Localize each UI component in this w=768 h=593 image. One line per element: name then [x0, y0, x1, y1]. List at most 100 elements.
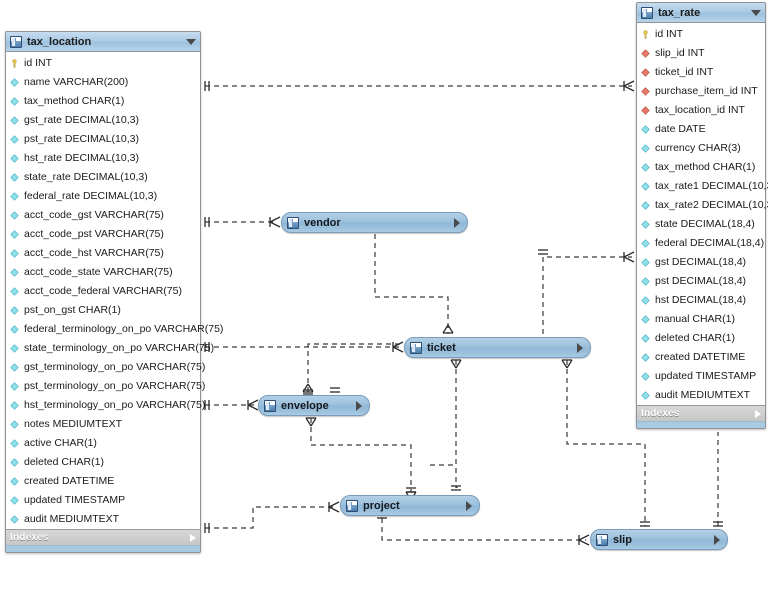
field-row[interactable]: gst_terminology_on_po VARCHAR(75) [6, 358, 205, 377]
field-row[interactable]: gst DECIMAL(18,4) [637, 253, 765, 272]
field-row[interactable]: active CHAR(1) [6, 434, 200, 453]
field-label: pst_rate DECIMAL(10,3) [24, 133, 139, 145]
chevron-right-icon[interactable] [356, 400, 362, 411]
table-icon [346, 499, 358, 512]
field-label: federal_rate DECIMAL(10,3) [24, 190, 158, 202]
field-row[interactable]: federal_rate DECIMAL(10,3) [6, 187, 200, 206]
column-icon [10, 515, 19, 524]
table-bottom-strip [637, 421, 765, 428]
field-row[interactable]: purchase_item_id INT [637, 82, 765, 101]
field-row[interactable]: manual CHAR(1) [637, 310, 765, 329]
column-icon [641, 391, 650, 400]
chevron-right-icon[interactable] [714, 534, 720, 545]
foreign-key-icon [641, 68, 650, 77]
field-label: state_terminology_on_po VARCHAR(75) [24, 342, 215, 354]
field-label: state DECIMAL(18,4) [655, 218, 755, 230]
field-row[interactable]: hst_terminology_on_po VARCHAR(75) [6, 396, 205, 415]
field-row[interactable]: pst_rate DECIMAL(10,3) [6, 130, 200, 149]
field-row[interactable]: tax_method CHAR(1) [637, 158, 765, 177]
foreign-key-icon [641, 49, 650, 58]
field-label: acct_code_pst VARCHAR(75) [24, 228, 164, 240]
field-label: audit MEDIUMTEXT [24, 513, 120, 525]
chevron-down-icon[interactable] [751, 9, 761, 16]
table-tax_rate[interactable]: tax_rate id INT slip_id INT ticket_id INT p… [636, 2, 768, 429]
field-row[interactable]: slip_id INT [637, 44, 765, 63]
table-title: project [363, 499, 400, 512]
field-row[interactable]: id INT [6, 54, 200, 73]
field-row[interactable]: audit MEDIUMTEXT [6, 510, 200, 529]
field-row[interactable]: audit MEDIUMTEXT [637, 386, 765, 405]
table-project[interactable]: project [340, 495, 480, 516]
field-row[interactable]: created DATETIME [6, 472, 200, 491]
chevron-right-icon[interactable] [466, 500, 472, 511]
field-row[interactable]: acct_code_gst VARCHAR(75) [6, 206, 200, 225]
field-row[interactable]: id INT [637, 25, 765, 44]
field-row[interactable]: updated TIMESTAMP [637, 367, 765, 386]
field-row[interactable]: updated TIMESTAMP [6, 491, 200, 510]
table-slip[interactable]: slip [590, 529, 728, 550]
field-row[interactable]: date DATE [637, 120, 765, 139]
field-row[interactable]: pst_on_gst CHAR(1) [6, 301, 200, 320]
relationship-line [307, 343, 400, 392]
field-row[interactable]: tax_method CHAR(1) [6, 92, 200, 111]
table-header-tax_location[interactable]: tax_location [6, 32, 200, 52]
field-label: acct_code_state VARCHAR(75) [24, 266, 173, 278]
table-title: slip [613, 533, 632, 546]
field-row[interactable]: deleted CHAR(1) [6, 453, 200, 472]
table-indexes-tax_location[interactable]: Indexes [6, 529, 200, 545]
cardinality-marker [204, 81, 210, 533]
field-row[interactable]: pst DECIMAL(18,4) [637, 272, 765, 291]
field-row[interactable]: tax_rate1 DECIMAL(10,3) [637, 177, 768, 196]
field-row[interactable]: name VARCHAR(200) [6, 73, 200, 92]
field-label: name VARCHAR(200) [24, 76, 129, 88]
field-row[interactable]: acct_code_hst VARCHAR(75) [6, 244, 200, 263]
field-row[interactable]: tax_location_id INT [637, 101, 765, 120]
field-row[interactable]: tax_rate2 DECIMAL(10,3) [637, 196, 768, 215]
field-row[interactable]: ticket_id INT [637, 63, 765, 82]
field-label: acct_code_gst VARCHAR(75) [24, 209, 164, 221]
field-label: hst_terminology_on_po VARCHAR(75) [24, 399, 206, 411]
table-envelope[interactable]: envelope [258, 395, 370, 416]
field-row[interactable]: state_terminology_on_po VARCHAR(75) [6, 339, 214, 358]
field-row[interactable]: state DECIMAL(18,4) [637, 215, 765, 234]
table-indexes-tax_rate[interactable]: Indexes [637, 405, 765, 421]
chevron-down-icon[interactable] [186, 38, 196, 45]
chevron-right-icon[interactable] [577, 342, 583, 353]
relationship-line [455, 360, 457, 488]
field-row[interactable]: acct_code_pst VARCHAR(75) [6, 225, 200, 244]
column-icon [641, 296, 650, 305]
relationship-line [566, 360, 646, 526]
indexes-label: Indexes [641, 408, 680, 419]
field-row[interactable]: acct_code_federal VARCHAR(75) [6, 282, 200, 301]
chevron-right-icon[interactable] [190, 533, 196, 542]
column-icon [10, 496, 19, 505]
field-row[interactable]: hst_rate DECIMAL(10,3) [6, 149, 200, 168]
field-row[interactable]: notes MEDIUMTEXT [6, 415, 200, 434]
field-row[interactable]: state_rate DECIMAL(10,3) [6, 168, 200, 187]
field-label: deleted CHAR(1) [24, 456, 104, 468]
table-title: tax_location [27, 35, 92, 48]
field-label: gst DECIMAL(18,4) [655, 256, 747, 268]
field-row[interactable]: created DATETIME [637, 348, 765, 367]
column-icon [10, 192, 19, 201]
chevron-right-icon[interactable] [454, 217, 460, 228]
field-label: date DATE [655, 123, 706, 135]
column-icon [10, 382, 19, 391]
table-icon [10, 35, 22, 48]
field-row[interactable]: federal DECIMAL(18,4) [637, 234, 765, 253]
field-row[interactable]: pst_terminology_on_po VARCHAR(75) [6, 377, 205, 396]
chevron-right-icon[interactable] [755, 409, 761, 418]
table-vendor[interactable]: vendor [281, 212, 468, 233]
table-ticket[interactable]: ticket [404, 337, 591, 358]
field-row[interactable]: currency CHAR(3) [637, 139, 765, 158]
field-row[interactable]: deleted CHAR(1) [637, 329, 765, 348]
column-icon [10, 154, 19, 163]
field-row[interactable]: gst_rate DECIMAL(10,3) [6, 111, 200, 130]
column-icon [10, 249, 19, 258]
field-row[interactable]: federal_terminology_on_po VARCHAR(75) [6, 320, 223, 339]
table-tax_location[interactable]: tax_location id INT name VARCHAR(200) tax_… [5, 31, 223, 553]
table-header-tax_rate[interactable]: tax_rate [637, 3, 765, 23]
field-row[interactable]: hst DECIMAL(18,4) [637, 291, 765, 310]
field-row[interactable]: acct_code_state VARCHAR(75) [6, 263, 200, 282]
field-label: audit MEDIUMTEXT [655, 389, 751, 401]
